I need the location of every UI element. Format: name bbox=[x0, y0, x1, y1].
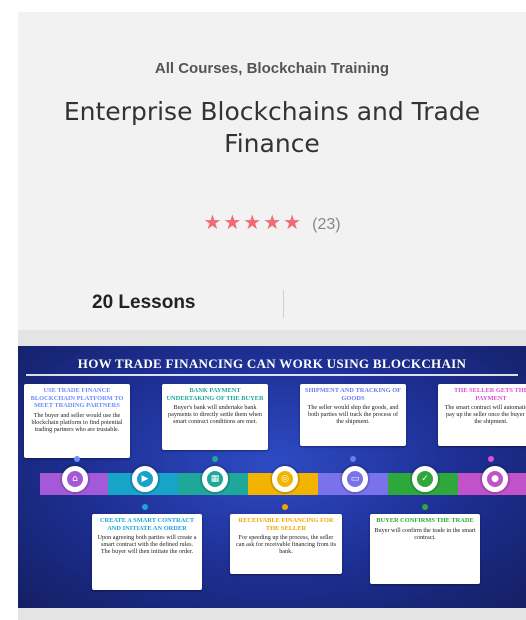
timeline-dot bbox=[212, 456, 218, 462]
thumbnail-rule bbox=[26, 374, 518, 376]
divider bbox=[283, 290, 284, 318]
step-box-3: BANK PAYMENT UNDERTAKING OF THE BUYER Bu… bbox=[162, 384, 268, 450]
truck-icon: ▭ bbox=[347, 471, 363, 487]
timeline-dot bbox=[142, 504, 148, 510]
step-box-6: BUYER CONFIRMS THE TRADE Buyer will conf… bbox=[370, 514, 480, 584]
step-title: BANK PAYMENT UNDERTAKING OF THE BUYER bbox=[166, 387, 264, 402]
timeline-node: ⌂ bbox=[62, 466, 88, 492]
step-text: Buyer will confirm the trade in the smar… bbox=[374, 526, 476, 541]
step-text: Buyer's bank will undertake bank payment… bbox=[168, 404, 262, 425]
timeline-node: ◎ bbox=[272, 466, 298, 492]
step-title: THE SELLER GETS THE PAYMENT bbox=[454, 387, 526, 402]
coin-icon: ◎ bbox=[277, 471, 293, 487]
timeline-node: ▶ bbox=[132, 466, 158, 492]
step-box-4: RECEIVABLE FINANCING FOR THE SELLER For … bbox=[230, 514, 342, 574]
course-categories[interactable]: All Courses, Blockchain Training bbox=[18, 60, 526, 77]
payment-icon: ● bbox=[487, 471, 503, 487]
step-text: The seller would ship the goods, and bot… bbox=[307, 404, 399, 425]
step-title: USE TRADE FINANCE BLOCKCHAIN PLATFORM TO… bbox=[30, 387, 124, 409]
step-box-1: USE TRADE FINANCE BLOCKCHAIN PLATFORM TO… bbox=[24, 384, 130, 458]
step-title: SHIPMENT AND TRACKING OF GOODS bbox=[304, 387, 402, 402]
timeline-node: ▭ bbox=[342, 466, 368, 492]
step-box-2: CREATE A SMART CONTRACT AND INITIATE AN … bbox=[92, 514, 202, 590]
timeline-node: ✓ bbox=[412, 466, 438, 492]
course-title[interactable]: Enterprise Blockchains and Trade Finance bbox=[48, 96, 496, 160]
step-text: The buyer and seller would use the block… bbox=[31, 411, 123, 433]
lessons-count: 20 Lessons bbox=[92, 292, 196, 313]
home-icon: ⌂ bbox=[67, 471, 83, 487]
course-rating: ★★★★★ (23) bbox=[18, 210, 526, 235]
timeline-dot bbox=[350, 456, 356, 462]
check-icon: ✓ bbox=[417, 471, 433, 487]
thumbnail-title: HOW TRADE FINANCING CAN WORK USING BLOCK… bbox=[77, 356, 467, 371]
step-box-7: THE SELLER GETS THE PAYMENT The smart co… bbox=[438, 384, 526, 446]
timeline-node: ▦ bbox=[202, 466, 228, 492]
contract-icon: ▶ bbox=[137, 471, 153, 487]
step-text: Upon agreeing both parties will create a… bbox=[97, 534, 197, 555]
step-box-5: SHIPMENT AND TRACKING OF GOODS The selle… bbox=[300, 384, 406, 446]
step-text: The smart contract will automatically pa… bbox=[444, 404, 526, 425]
step-title: BUYER CONFIRMS THE TRADE bbox=[376, 517, 474, 524]
step-title: RECEIVABLE FINANCING FOR THE SELLER bbox=[238, 517, 334, 532]
timeline-node: ● bbox=[482, 466, 508, 492]
timeline-dot bbox=[282, 504, 288, 510]
timeline-dot bbox=[422, 504, 428, 510]
rating-count: (23) bbox=[312, 216, 341, 233]
step-title: CREATE A SMART CONTRACT AND INITIATE AN … bbox=[99, 517, 195, 532]
step-text: For speeding up the process, the seller … bbox=[236, 534, 336, 555]
course-thumbnail[interactable]: HOW TRADE FINANCING CAN WORK USING BLOCK… bbox=[18, 346, 526, 608]
timeline-dot bbox=[488, 456, 494, 462]
bank-icon: ▦ bbox=[207, 471, 223, 487]
star-rating-icon: ★★★★★ bbox=[203, 212, 304, 234]
timeline-dot bbox=[74, 456, 80, 462]
